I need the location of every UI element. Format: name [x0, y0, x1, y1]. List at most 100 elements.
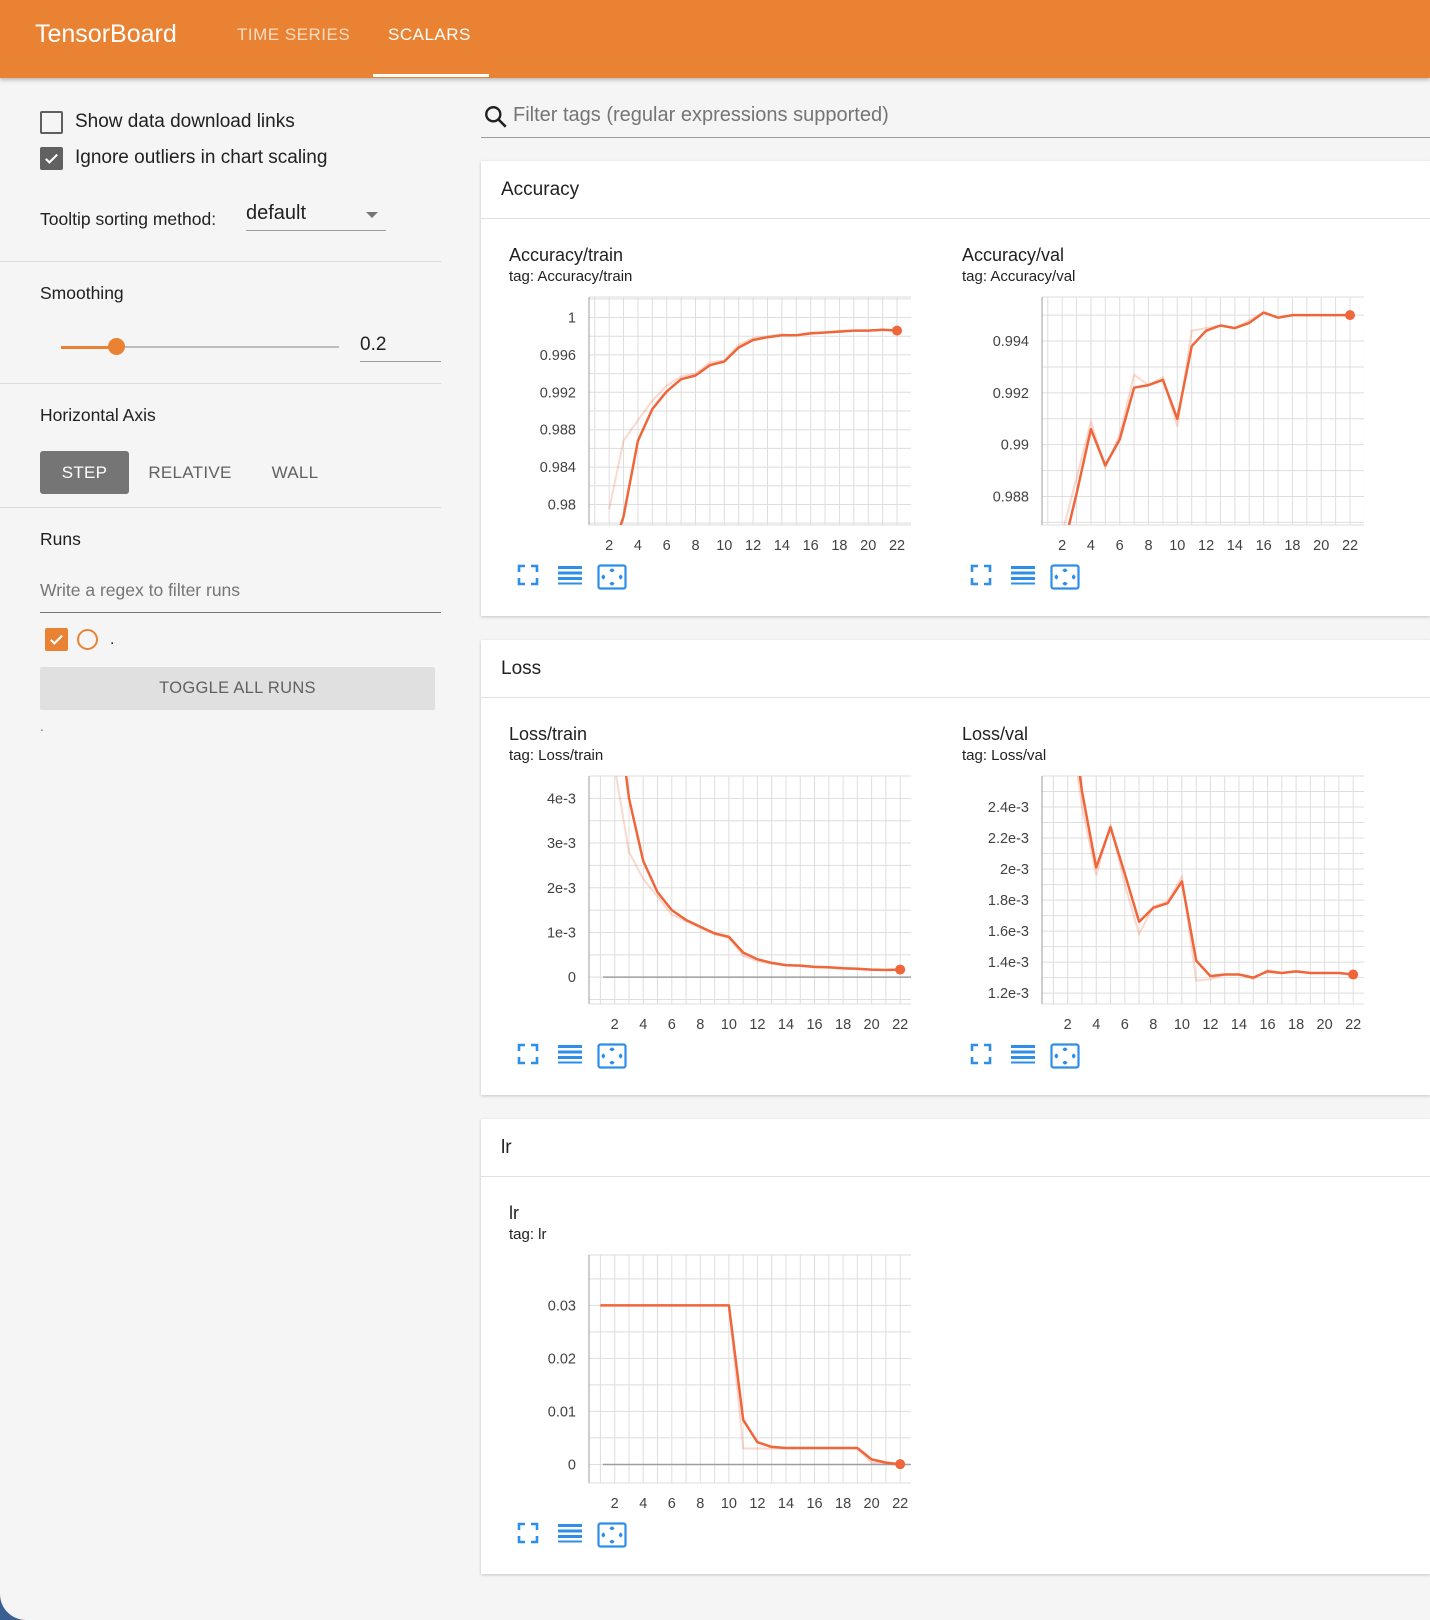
fullscreen-icon[interactable]	[970, 564, 998, 592]
x-tick-label: 10	[1174, 1017, 1190, 1033]
y-tick-label: 0	[568, 1457, 576, 1473]
x-tick-label: 22	[889, 538, 905, 554]
x-tick-label: 18	[835, 1496, 851, 1512]
y-tick-label: 1.4e-3	[988, 955, 1029, 971]
fit-domain-icon[interactable]	[1050, 1043, 1080, 1071]
chart-actions	[517, 1522, 637, 1552]
axis-wall-button[interactable]: WALL	[255, 451, 335, 494]
fit-domain-icon[interactable]	[1050, 564, 1080, 592]
chart-actions	[970, 1043, 1090, 1073]
tooltip-sorting-value: default	[246, 202, 307, 224]
tab-scalars[interactable]: SCALARS	[388, 25, 471, 45]
axis-step-button[interactable]: STEP	[40, 451, 129, 494]
tab-time-series[interactable]: TIME SERIES	[237, 25, 350, 45]
toggle-log-scale-icon[interactable]	[1010, 564, 1038, 592]
toggle-log-scale-icon[interactable]	[557, 1043, 585, 1071]
tooltip-sorting-label: Tooltip sorting method:	[40, 209, 217, 229]
x-tick-label: 12	[1198, 538, 1214, 554]
x-tick-label: 2	[611, 1496, 619, 1512]
toggle-log-scale-icon[interactable]	[557, 564, 585, 592]
category-header[interactable]: Loss	[481, 640, 1430, 698]
y-tick-label: 2.4e-3	[988, 800, 1029, 816]
category-header[interactable]: Accuracy	[481, 161, 1430, 219]
x-tick-label: 14	[778, 1017, 794, 1033]
divider	[0, 383, 441, 384]
smoothing-value-input[interactable]: 0.2	[360, 332, 441, 362]
category-card-lr: lr lr tag: lr 0 0.01 0.02 0.03 2 4 6 8 10 12 14 16 1…	[481, 1119, 1430, 1574]
x-tick-label: 20	[1313, 538, 1329, 554]
run-checkbox[interactable]	[45, 628, 68, 651]
x-tick-label: 12	[749, 1017, 765, 1033]
last-point-marker	[895, 1459, 906, 1470]
tensorboard-app: TensorBoard TIME SERIES SCALARS Show dat…	[0, 0, 1430, 1620]
line-chart: 0.980.9840.9880.9920.99612 4 6 8 10 12 14 16 18 2…	[540, 296, 911, 554]
last-point-marker	[895, 964, 906, 975]
y-tick-label: 0.03	[548, 1298, 576, 1314]
run-item[interactable]: .	[45, 628, 114, 651]
y-tick-label: 0.992	[993, 386, 1029, 402]
x-tick-label: 10	[1169, 538, 1185, 554]
x-tick-label: 4	[1092, 1017, 1100, 1033]
x-tick-label: 18	[831, 538, 847, 554]
x-tick-label: 2	[1064, 1017, 1072, 1033]
y-tick-label: 1e-3	[547, 925, 576, 941]
x-tick-label: 12	[1202, 1017, 1218, 1033]
tag-filter-input[interactable]: Filter tags (regular expressions support…	[481, 98, 1430, 138]
x-tick-label: 2	[1058, 538, 1066, 554]
category-card-accuracy: Accuracy Accuracy/train tag: Accuracy/tr…	[481, 161, 1430, 616]
checkmark-icon	[45, 153, 58, 164]
fit-domain-icon[interactable]	[597, 564, 627, 592]
show-download-links-option[interactable]: Show data download links	[40, 108, 295, 136]
line-chart: 0.988 0.99 0.992 0.994 2 4 6 8 10 12 14 16 18 20 22	[993, 296, 1364, 554]
fullscreen-icon[interactable]	[517, 564, 545, 592]
runs-label: Runs	[40, 529, 81, 549]
smoothing-slider-thumb[interactable]	[108, 338, 126, 355]
run-color-swatch[interactable]	[77, 629, 98, 650]
x-tick-label: 2	[605, 538, 613, 554]
y-tick-label: 0.984	[540, 460, 576, 476]
toggle-log-scale-icon[interactable]	[1010, 1043, 1038, 1071]
y-tick-label: 1.2e-3	[988, 986, 1029, 1002]
x-tick-label: 10	[721, 1017, 737, 1033]
x-tick-label: 14	[774, 538, 790, 554]
tooltip-sorting-select[interactable]: default	[246, 199, 386, 231]
y-tick-label: 0.02	[548, 1351, 576, 1367]
fullscreen-icon[interactable]	[517, 1522, 545, 1550]
sidebar: Show data download links Ignore outliers…	[0, 78, 441, 1620]
fullscreen-icon[interactable]	[970, 1043, 998, 1071]
y-tick-label: 0.988	[993, 490, 1029, 506]
line-chart: 1.2e-3 1.4e-3 1.6e-3 1.8e-3 2e-3 2.2e-3 2.4e-3…	[988, 775, 1364, 1033]
chart-loss-train: Loss/train tag: Loss/train 0 1e-3 2e-3 3e-3…	[481, 698, 911, 1088]
x-tick-label: 22	[1345, 1017, 1361, 1033]
fit-domain-icon[interactable]	[597, 1043, 627, 1071]
toggle-all-runs-button[interactable]: TOGGLE ALL RUNS	[40, 667, 435, 710]
y-tick-label: 3e-3	[547, 836, 576, 852]
x-tick-label: 4	[639, 1017, 647, 1033]
axis-relative-button[interactable]: RELATIVE	[140, 451, 240, 494]
x-tick-label: 2	[611, 1017, 619, 1033]
x-tick-label: 16	[1259, 1017, 1275, 1033]
last-point-marker	[1348, 969, 1359, 980]
ignore-outliers-checkbox[interactable]	[40, 146, 63, 170]
x-tick-label: 6	[668, 1017, 676, 1033]
category-header[interactable]: lr	[481, 1119, 1430, 1177]
runs-filter-input[interactable]: Write a regex to filter runs	[40, 580, 441, 613]
main-content: Filter tags (regular expressions support…	[481, 78, 1430, 1620]
chart-loss-val: Loss/val tag: Loss/val 1.2e-3 1.4e-3 1.6e-…	[934, 698, 1364, 1088]
top-toolbar: TensorBoard TIME SERIES SCALARS	[0, 0, 1430, 78]
show-download-links-checkbox[interactable]	[40, 110, 63, 134]
x-tick-label: 14	[778, 1496, 794, 1512]
y-tick-label: 1.6e-3	[988, 924, 1029, 940]
ignore-outliers-option[interactable]: Ignore outliers in chart scaling	[40, 144, 327, 172]
checkmark-icon	[50, 634, 63, 645]
x-tick-label: 10	[716, 538, 732, 554]
toggle-log-scale-icon[interactable]	[557, 1522, 585, 1550]
fit-domain-icon[interactable]	[597, 1522, 627, 1550]
y-tick-label: 2e-3	[547, 881, 576, 897]
ignore-outliers-label: Ignore outliers in chart scaling	[75, 147, 328, 168]
fullscreen-icon[interactable]	[517, 1043, 545, 1071]
horizontal-axis-label: Horizontal Axis	[40, 405, 156, 425]
x-tick-label: 22	[1342, 538, 1358, 554]
x-tick-label: 20	[1317, 1017, 1333, 1033]
y-tick-label: 2.2e-3	[988, 831, 1029, 847]
